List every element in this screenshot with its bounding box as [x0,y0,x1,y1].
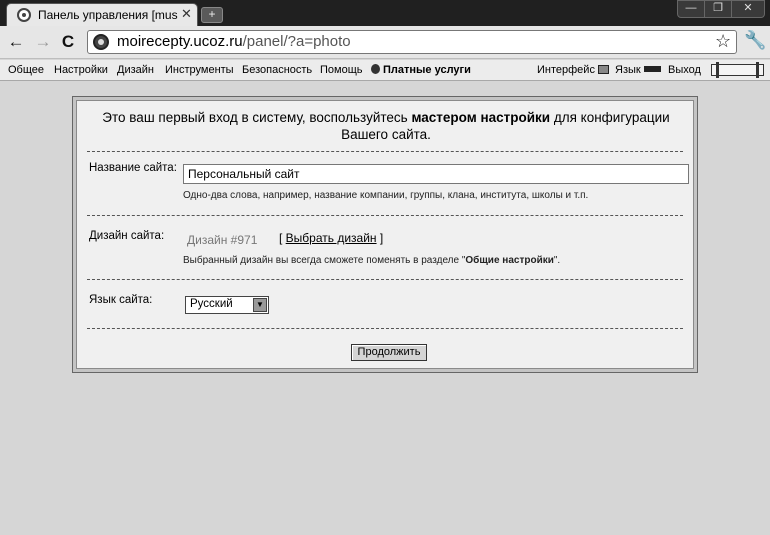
menu-item-paid-services[interactable]: Платные услуги [371,64,471,76]
language-selected-value: Русский [190,298,233,310]
back-arrow-icon[interactable]: ← [6,32,26,52]
dropdown-arrow-icon[interactable]: ▼ [253,298,267,312]
menu-item-help[interactable]: Помощь [320,64,363,76]
interface-toggle[interactable]: Интерфейс [537,64,609,76]
coin-icon [371,64,380,74]
divider [87,151,683,152]
url-text[interactable]: moirecepty.ucoz.ru/panel/?a=photo [117,33,351,50]
menu-item-settings[interactable]: Настройки [54,64,108,76]
reload-icon[interactable]: C [58,32,78,52]
language-flag-icon [643,66,661,72]
wrench-menu-icon[interactable]: 🔧 [744,30,766,51]
setup-wizard-body: Это ваш первый вход в систему, воспользу… [76,100,694,369]
close-window-button[interactable]: ✕ [731,0,765,18]
setup-wizard-dialog: Это ваш первый вход в систему, воспользу… [72,96,698,373]
maximize-button[interactable]: ❐ [704,0,732,18]
current-design: Дизайн #971 [187,233,258,247]
divider [87,279,683,280]
logout-link[interactable]: Выход [668,64,701,76]
language-select[interactable]: Русский ▼ [185,296,269,314]
continue-button[interactable]: Продолжить [351,344,427,361]
tab-title: Панель управления [musc [38,8,178,22]
browser-toolbar: ← → C moirecepty.ucoz.ru/panel/?a=photo … [0,26,770,59]
new-tab-button[interactable]: + [201,7,223,23]
site-name-hint: Одно-два слова, например, название компа… [183,190,589,201]
menu-item-design[interactable]: Дизайн [117,64,154,76]
divider [87,215,683,216]
panel-width-slider[interactable] [711,62,764,78]
language-toggle[interactable]: Язык [615,64,661,76]
site-name-input[interactable] [183,164,689,184]
design-hint: Выбранный дизайн вы всегда сможете помен… [183,255,561,266]
design-label: Дизайн сайта: [89,230,165,242]
forward-arrow-icon[interactable]: → [33,32,53,52]
tab-close-icon[interactable]: ✕ [181,6,192,22]
menu-item-general[interactable]: Общее [8,64,44,76]
choose-design-link[interactable]: [ Выбрать дизайн ] [279,231,383,245]
browser-tab[interactable]: Панель управления [musc ✕ [6,3,198,26]
panel-menu-bar: Общее Настройки Дизайн Инструменты Безоп… [0,60,770,81]
minimize-button[interactable]: — [677,0,705,18]
address-bar[interactable]: moirecepty.ucoz.ru/panel/?a=photo ☆ [87,30,737,54]
interface-swatch-icon [597,65,609,74]
bookmark-star-icon[interactable]: ☆ [715,31,731,52]
globe-icon [93,34,109,50]
menu-item-tools[interactable]: Инструменты [165,64,234,76]
site-name-label: Название сайта: [89,162,177,174]
divider [87,328,683,329]
menu-item-security[interactable]: Безопасность [242,64,312,76]
browser-tab-strip: Панель управления [musc ✕ + — ❐ ✕ [0,0,770,26]
ucoz-favicon-icon [17,8,31,22]
wizard-intro: Это ваш первый вход в систему, воспользу… [102,110,670,142]
language-label: Язык сайта: [89,294,153,306]
